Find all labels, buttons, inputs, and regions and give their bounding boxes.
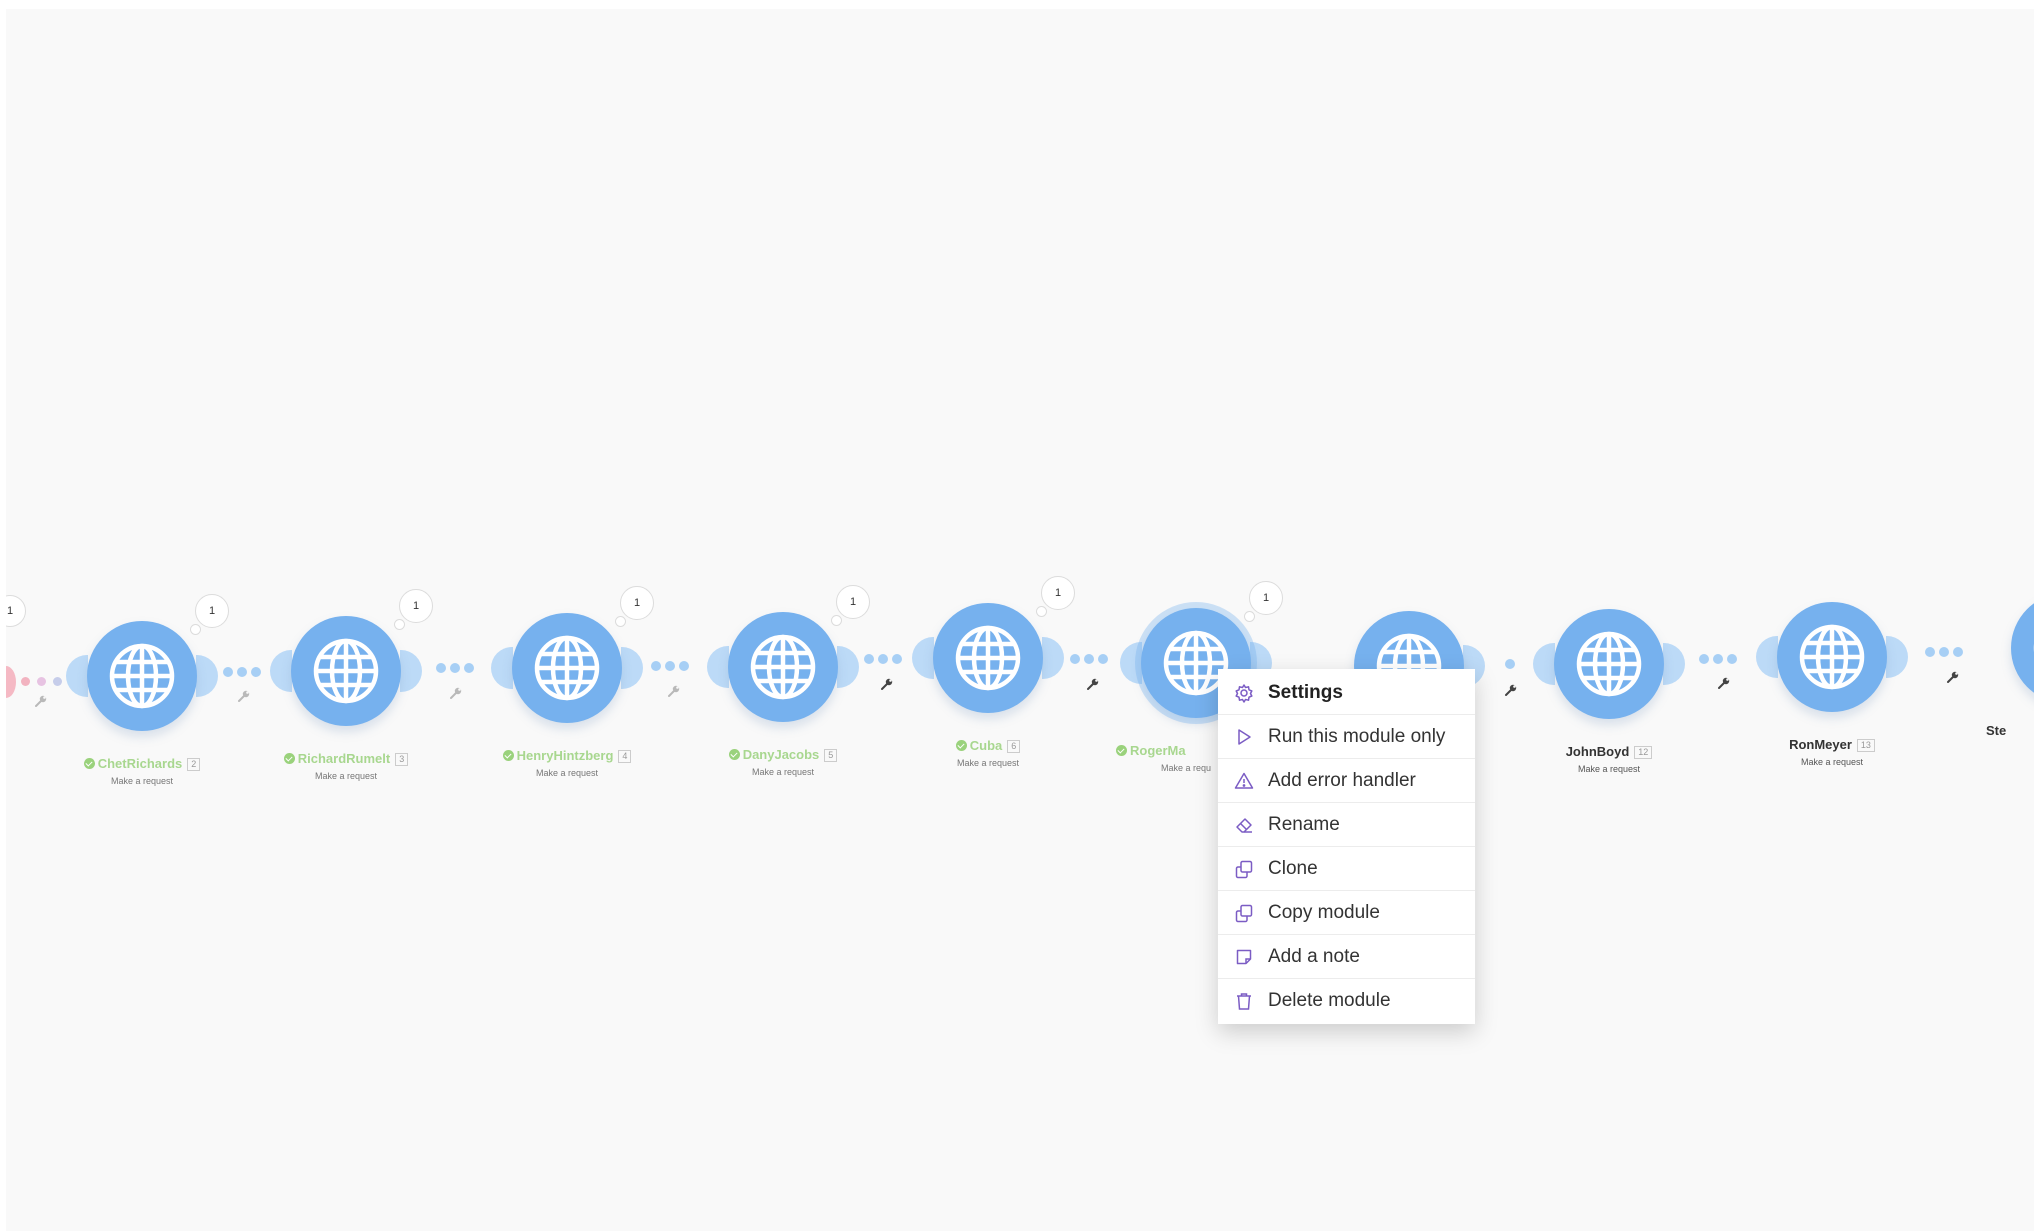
scenario-canvas[interactable]: 1 1 ChetRichards 2 Make a request 1 Richa… bbox=[6, 9, 2034, 1231]
wrench-icon[interactable] bbox=[1504, 683, 1518, 697]
menu-item-run-module-only[interactable]: Run this module only bbox=[1218, 714, 1475, 758]
wrench-icon[interactable] bbox=[880, 677, 894, 691]
menu-item-add-note[interactable]: Add a note bbox=[1218, 934, 1475, 978]
globe-icon[interactable] bbox=[1777, 602, 1887, 712]
bubble-count: 1 bbox=[6, 605, 14, 617]
eraser-icon bbox=[1236, 817, 1252, 833]
note-icon bbox=[1236, 949, 1252, 964]
module-action: Make a request bbox=[751, 767, 815, 777]
connector-dot bbox=[37, 677, 46, 686]
wrench-icon[interactable] bbox=[667, 684, 681, 698]
module-input-handle[interactable] bbox=[1756, 636, 1778, 678]
connector bbox=[436, 663, 474, 673]
module-input-handle[interactable] bbox=[912, 637, 934, 679]
module-output-handle[interactable] bbox=[1886, 636, 1908, 678]
trash-icon bbox=[1237, 992, 1251, 1010]
menu-item-copy-module[interactable]: Copy module bbox=[1218, 890, 1475, 934]
operations-bubble[interactable]: 1 bbox=[615, 586, 654, 627]
menu-item-delete-module[interactable]: Delete module bbox=[1218, 978, 1475, 1022]
copy-icon bbox=[1235, 904, 1253, 922]
globe-icon[interactable] bbox=[1554, 609, 1664, 719]
module-action: Make a request bbox=[1800, 757, 1864, 767]
module-output-handle[interactable] bbox=[1042, 637, 1064, 679]
success-check-icon bbox=[502, 750, 514, 761]
menu-item-clone[interactable]: Clone bbox=[1218, 846, 1475, 890]
gear-icon bbox=[1235, 683, 1253, 703]
wrench-icon[interactable] bbox=[449, 686, 463, 700]
success-check-icon bbox=[83, 758, 95, 769]
module-action: Make a request bbox=[956, 758, 1020, 768]
success-check-icon bbox=[283, 753, 295, 764]
operations-bubble-left[interactable]: 1 bbox=[6, 595, 26, 627]
clone-icon bbox=[1235, 860, 1253, 878]
module-action: Make a requ bbox=[1161, 763, 1212, 773]
module-output-handle[interactable] bbox=[196, 655, 218, 697]
menu-item-settings[interactable]: Settings bbox=[1218, 671, 1475, 714]
connector bbox=[1699, 654, 1737, 664]
connector-dot bbox=[53, 677, 62, 686]
operations-bubble[interactable]: 1 bbox=[394, 589, 433, 630]
wrench-icon[interactable] bbox=[1717, 676, 1731, 690]
module-label[interactable]: RonMeyer 13 bbox=[1692, 737, 1972, 752]
module-output-handle[interactable] bbox=[400, 650, 422, 692]
menu-item-add-error-handler[interactable]: Add error handler bbox=[1218, 758, 1475, 802]
module-input-handle[interactable] bbox=[491, 647, 513, 689]
module-label[interactable]: Cuba 6 bbox=[848, 738, 1128, 753]
connector bbox=[1505, 659, 1515, 669]
module-context-menu: Settings Run this module only Add error … bbox=[1218, 669, 1475, 1024]
connector-dot bbox=[21, 677, 30, 686]
module-output-handle[interactable] bbox=[621, 647, 643, 689]
module-input-handle[interactable] bbox=[1533, 643, 1555, 685]
connector bbox=[864, 654, 902, 664]
module-input-handle[interactable] bbox=[1120, 642, 1142, 684]
globe-icon[interactable] bbox=[2011, 593, 2034, 703]
play-icon bbox=[1238, 728, 1251, 745]
globe-icon[interactable] bbox=[291, 616, 401, 726]
module-input-handle[interactable] bbox=[270, 650, 292, 692]
globe-icon[interactable] bbox=[87, 621, 197, 731]
connector bbox=[223, 667, 261, 677]
menu-item-rename[interactable]: Rename bbox=[1218, 802, 1475, 846]
operations-bubble[interactable]: 1 bbox=[831, 585, 870, 626]
wrench-icon[interactable] bbox=[1946, 670, 1960, 684]
module-input-handle[interactable] bbox=[66, 655, 88, 697]
operations-bubble[interactable]: 1 bbox=[1036, 576, 1075, 617]
module-input-handle[interactable] bbox=[707, 646, 729, 688]
connector bbox=[1925, 647, 1963, 657]
wrench-icon[interactable] bbox=[1086, 677, 1100, 691]
module-label[interactable]: Ste bbox=[1986, 723, 2006, 738]
success-check-icon bbox=[728, 749, 740, 760]
module-output-handle[interactable] bbox=[1663, 643, 1685, 685]
wrench-icon[interactable] bbox=[34, 694, 48, 708]
operations-bubble[interactable]: 1 bbox=[190, 594, 229, 635]
globe-icon[interactable] bbox=[933, 603, 1043, 713]
module-label[interactable]: RogerMa bbox=[1116, 743, 1186, 758]
wrench-icon[interactable] bbox=[237, 689, 251, 703]
success-check-icon bbox=[1116, 745, 1127, 756]
success-check-icon bbox=[955, 740, 967, 751]
module-output-handle[interactable] bbox=[837, 646, 859, 688]
connector bbox=[651, 661, 689, 671]
operations-bubble[interactable]: 1 bbox=[1244, 581, 1283, 622]
error-module-edge bbox=[6, 666, 16, 698]
globe-icon[interactable] bbox=[728, 612, 838, 722]
connector bbox=[1070, 654, 1108, 664]
warning-icon bbox=[1234, 772, 1254, 789]
globe-icon[interactable] bbox=[512, 613, 622, 723]
